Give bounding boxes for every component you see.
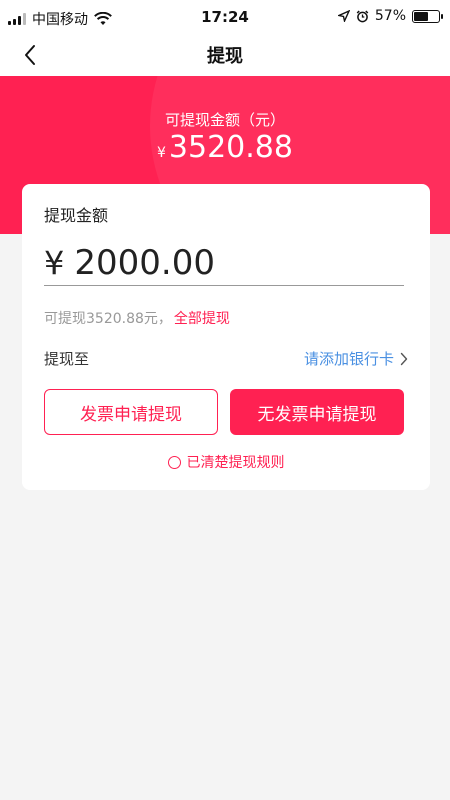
withdraw-amount-title: 提现金额: [44, 206, 109, 225]
add-bank-card-link[interactable]: 请添加银行卡: [304, 348, 408, 369]
amount-input-row: ¥: [44, 240, 404, 286]
rules-agreement[interactable]: 已清楚提现规则: [22, 452, 430, 472]
withdraw-amount-input[interactable]: [74, 242, 365, 283]
withdraw-all-link[interactable]: 全部提现: [174, 311, 230, 327]
amount-currency: ¥: [44, 243, 65, 282]
add-bank-card-label: 请添加银行卡: [303, 350, 394, 368]
available-row: 可提现3520.88元， 全部提现: [44, 308, 230, 328]
balance-currency: ¥: [157, 145, 166, 161]
withdraw-to-label: 提现至: [44, 350, 90, 368]
available-text: 可提现3520.88元，: [44, 311, 172, 327]
withdraw-to-row: 提现至 请添加银行卡: [44, 348, 408, 370]
status-right: 57%: [337, 8, 443, 24]
location-arrow-icon: [337, 10, 350, 22]
alarm-icon: [356, 9, 369, 22]
balance-label: 可提现金额（元）: [164, 111, 285, 129]
withdraw-card: 提现金额 ¥ 可提现3520.88元，全部提现 提现至 请添加银行卡 发票申请提…: [22, 184, 430, 490]
rules-text: 已清楚提现规则: [186, 455, 285, 471]
page-title: 提现: [207, 46, 243, 67]
balance-value: 3520.88: [168, 130, 293, 165]
radio-circle-icon[interactable]: [167, 455, 181, 469]
chevron-right-icon: [400, 352, 408, 365]
battery-percent: 57%: [374, 8, 406, 24]
battery-icon: [412, 9, 443, 23]
nav-bar: 提现: [0, 34, 450, 76]
balance-amount: ¥3520.88: [0, 130, 450, 165]
invoice-withdraw-button[interactable]: 发票申请提现: [44, 389, 218, 435]
status-bar: 中国移动 17:24 57%: [0, 0, 450, 34]
no-invoice-withdraw-button[interactable]: 无发票申请提现: [230, 389, 404, 435]
